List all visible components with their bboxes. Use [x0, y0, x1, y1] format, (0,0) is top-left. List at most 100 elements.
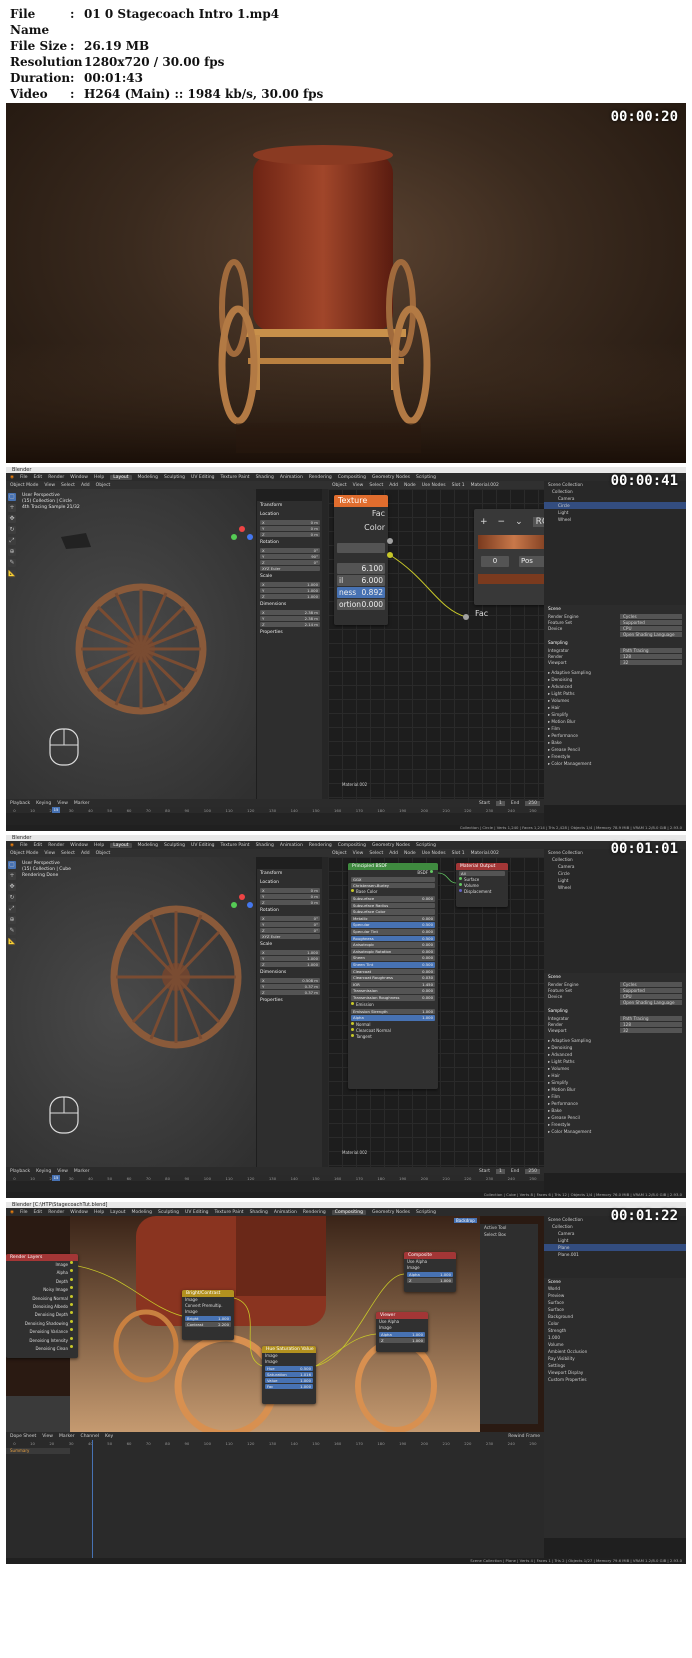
world-property-row[interactable]: Ambient Occlusion: [544, 1348, 686, 1355]
workspace-tab[interactable]: Texture Paint: [221, 843, 250, 848]
property-value[interactable]: Supported: [620, 620, 682, 625]
world-property-row[interactable]: Custom Properties: [544, 1376, 686, 1383]
workspace-tab[interactable]: Geometry Nodes: [372, 843, 410, 848]
world-property-row[interactable]: Settings: [544, 1362, 686, 1369]
property-value[interactable]: Cycles: [620, 614, 682, 619]
bsdf-input-field[interactable]: Subsurface Radius: [351, 902, 435, 909]
node-menu-item[interactable]: View: [353, 851, 364, 856]
property-section[interactable]: ▸ Performance: [548, 1101, 682, 1106]
timeline[interactable]: Playback Keying View Marker Start 1 End 250 0 10…: [6, 1167, 544, 1192]
workspace-tab[interactable]: Animation: [274, 1210, 297, 1215]
socket-icon[interactable]: [70, 1302, 73, 1306]
render-output-socket[interactable]: Depth: [6, 1277, 78, 1286]
node-menu-item[interactable]: Add: [389, 851, 398, 856]
property-section[interactable]: ▸ Freestyle: [548, 754, 682, 759]
color-ramp-node[interactable]: + − ⌄ RG 0 Pos: [474, 509, 544, 605]
sampling-value[interactable]: 32: [620, 660, 682, 665]
hsv-row[interactable]: Image: [262, 1359, 316, 1365]
backdrop-button[interactable]: Backdrop: [454, 1218, 477, 1223]
property-section[interactable]: ▸ Hair: [548, 1073, 682, 1078]
menu-item-edit[interactable]: Edit: [33, 843, 42, 848]
bsdf-input-field[interactable]: Roughness 0.500: [351, 935, 435, 942]
bsdf-input-field[interactable]: Clearcoat Roughness 0.030: [351, 975, 435, 981]
world-property-row[interactable]: Volume: [544, 1341, 686, 1348]
menu-item-edit[interactable]: Edit: [33, 475, 42, 480]
node-menu-item[interactable]: Use Nodes: [422, 851, 446, 856]
texture-node[interactable]: Texture Fac Color 6.100 il 6.000 ness 0.89…: [334, 495, 388, 625]
bsdf-input-socket[interactable]: Base Color: [348, 889, 438, 895]
playhead-line[interactable]: [92, 1440, 93, 1558]
workspace-tab[interactable]: Compositing: [338, 843, 366, 848]
timeline-menu-item[interactable]: Keying: [36, 801, 51, 806]
render-output-socket[interactable]: Denoising Clean: [6, 1344, 78, 1353]
dope-menu-item[interactable]: Dope Sheet: [10, 1434, 36, 1439]
node-menu-item[interactable]: Material.002: [471, 851, 499, 856]
timeline-menu-item[interactable]: Marker: [74, 1169, 90, 1174]
sampling-value[interactable]: Path Tracing: [620, 648, 682, 653]
bright-contrast-row[interactable]: Bright 1.000: [185, 1316, 231, 1321]
workspace-tab[interactable]: Animation: [280, 475, 303, 480]
socket-icon[interactable]: [351, 1021, 354, 1025]
render-output-socket[interactable]: Denoising Variance: [6, 1328, 78, 1336]
workspace-tab[interactable]: Layout: [110, 842, 132, 848]
node-menu-item[interactable]: Slot 1: [452, 483, 465, 488]
property-section[interactable]: ▸ Advanced: [548, 1052, 682, 1057]
n-panel-tool[interactable]: Active Tool Select Box: [480, 1224, 538, 1424]
composite-node[interactable]: Composite Use Alpha Image Alpha 1.000 Z 1.000: [404, 1252, 456, 1292]
render-output-socket[interactable]: Denoising Depth: [6, 1311, 78, 1319]
property-section[interactable]: ▸ Film: [548, 1094, 682, 1099]
property-section[interactable]: ▸ Simplify: [548, 712, 682, 717]
workspace-tab[interactable]: Shading: [256, 475, 274, 480]
hue-saturation-node[interactable]: Hue Saturation Value Image Image Hue 0.500 S…: [262, 1346, 316, 1404]
workspace-tab[interactable]: Scripting: [416, 1210, 436, 1215]
sampling-row[interactable]: Render 128: [548, 654, 682, 659]
workspace-tab[interactable]: Modeling: [132, 1210, 152, 1215]
menu-item-help[interactable]: Help: [94, 475, 104, 480]
menu-item-window[interactable]: Window: [70, 843, 88, 848]
composite-row[interactable]: Image: [404, 1265, 456, 1271]
node-menu-item[interactable]: Select: [369, 483, 383, 488]
shader-node-editor[interactable]: Principled BSDF BSDF GGX Christensen-Bur…: [328, 857, 544, 1167]
workspace-tab[interactable]: Texture Paint: [221, 475, 250, 480]
workspace-tab[interactable]: UV Editing: [185, 1210, 208, 1215]
timeline-menu-item[interactable]: View: [57, 1169, 68, 1174]
viewer-row[interactable]: Image: [376, 1325, 428, 1331]
viewer-row[interactable]: Alpha 1.000: [379, 1332, 425, 1337]
property-row[interactable]: Device CPU: [548, 994, 682, 999]
bsdf-input-field[interactable]: IOR 1.450: [351, 981, 435, 988]
shader-node-editor[interactable]: Texture Fac Color 6.100 il 6.000 ness 0.89…: [328, 489, 544, 799]
node-menu-item[interactable]: View: [353, 483, 364, 488]
menu-item-render[interactable]: Render: [48, 843, 64, 848]
3d-viewport[interactable]: ▢ + ✥ ↻ ⤢ ⊕ ✎ 📐 User Perspective (15) Co…: [6, 857, 256, 1167]
render-output-socket[interactable]: Denoising Normal: [6, 1294, 78, 1303]
bsdf-input-field[interactable]: Sheen 0.000: [351, 955, 435, 961]
hsv-row[interactable]: Value 1.000: [265, 1378, 313, 1383]
properties-editor[interactable]: Scene Render Engine Cycles Feature Set Supp…: [544, 973, 686, 1173]
world-property-row[interactable]: World: [544, 1285, 686, 1292]
property-section[interactable]: ▸ Light Paths: [548, 691, 682, 696]
blender-logo-icon[interactable]: ◉: [10, 475, 14, 480]
property-row[interactable]: Device CPU: [548, 626, 682, 631]
bsdf-input-socket[interactable]: Emission: [348, 1001, 438, 1008]
workspace-tab[interactable]: Shading: [250, 1210, 268, 1215]
property-section[interactable]: ▸ Light Paths: [548, 1059, 682, 1064]
viewport-menu-item[interactable]: Select: [61, 851, 75, 856]
socket-icon[interactable]: [70, 1277, 73, 1281]
property-value[interactable]: CPU: [620, 994, 682, 999]
property-section[interactable]: ▸ Bake: [548, 1108, 682, 1113]
blender-logo-icon[interactable]: ◉: [10, 843, 14, 848]
render-output-socket[interactable]: Noisy Image: [6, 1286, 78, 1294]
workspace-tab[interactable]: Rendering: [309, 475, 332, 480]
timeline-menu-item[interactable]: Keying: [36, 1169, 51, 1174]
render-output-socket[interactable]: Alpha: [6, 1269, 78, 1277]
viewport-menu-item[interactable]: Object Mode: [10, 851, 38, 856]
menu-item-help[interactable]: Help: [94, 843, 104, 848]
outliner[interactable]: Scene Collection Collection Camera Circl…: [544, 849, 686, 973]
property-row[interactable]: Render Engine Cycles: [548, 614, 682, 619]
property-section[interactable]: ▸ Bake: [548, 740, 682, 745]
property-row[interactable]: Feature Set Supported: [548, 620, 682, 625]
property-section[interactable]: ▸ Performance: [548, 733, 682, 738]
node-menu-item[interactable]: Node: [404, 483, 416, 488]
bsdf-input-field[interactable]: Specular 0.500: [351, 922, 435, 928]
world-property-row[interactable]: Color: [544, 1320, 686, 1327]
